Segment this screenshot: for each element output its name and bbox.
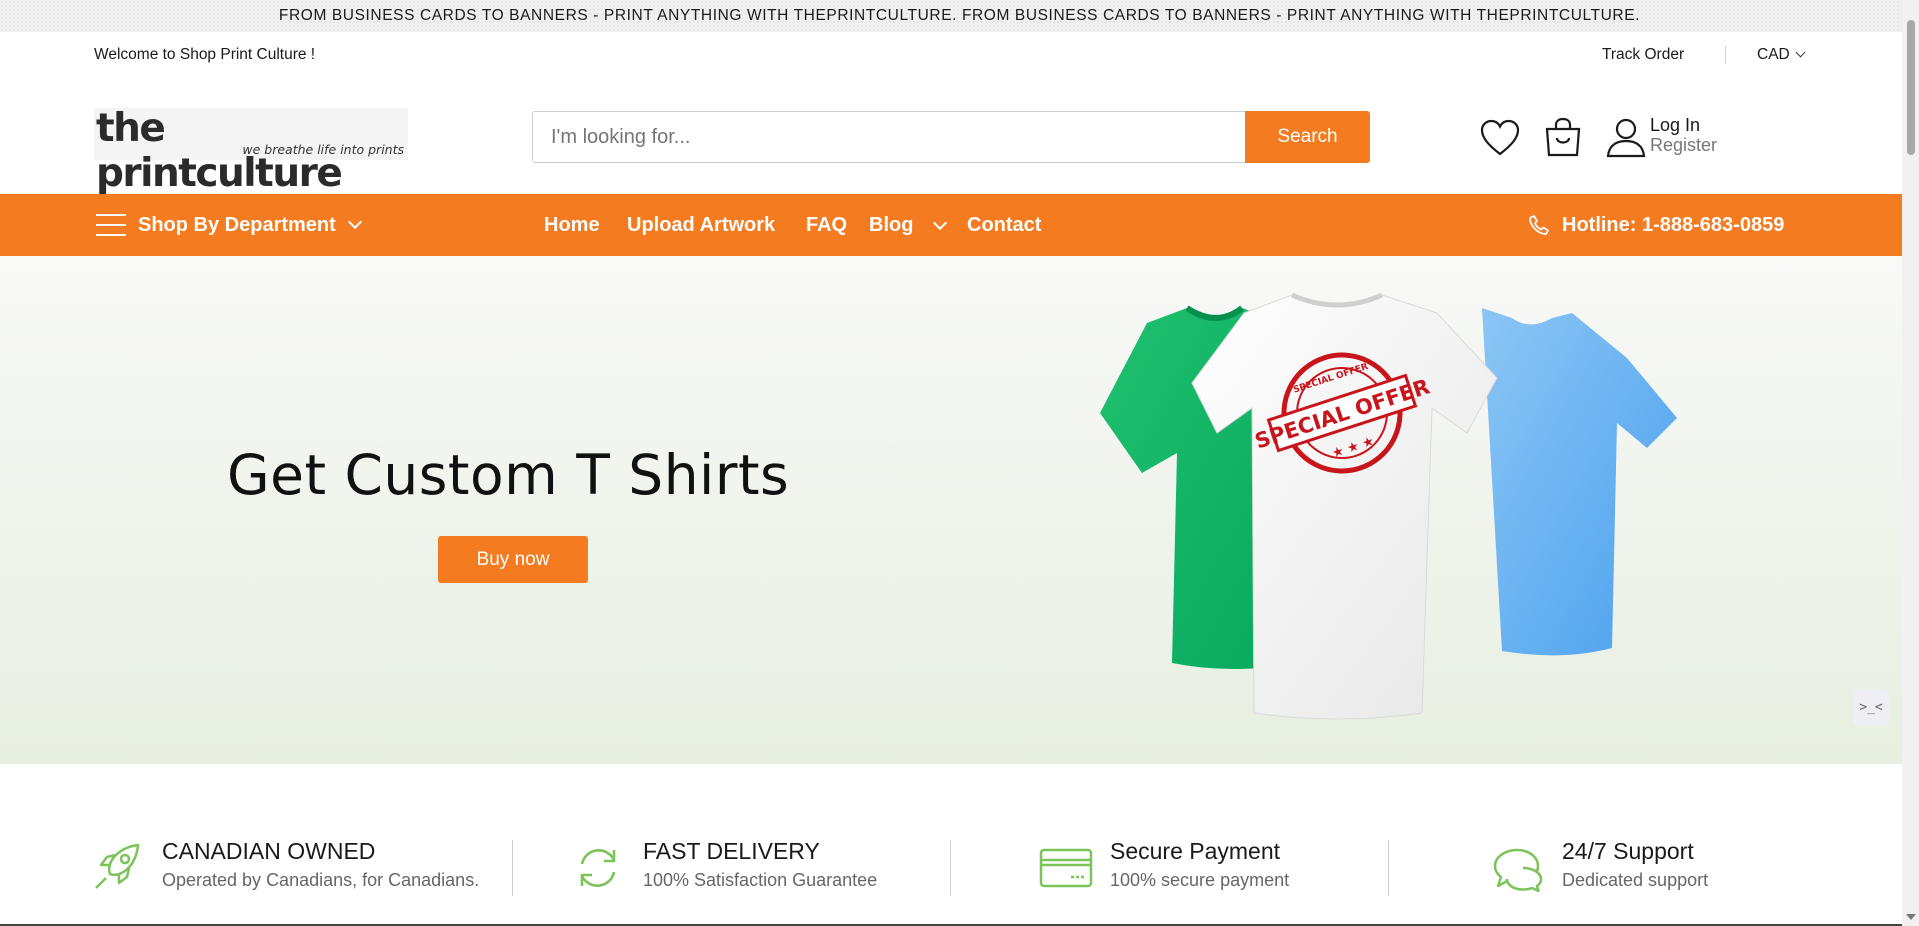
chat-icon [1493, 848, 1543, 892]
shop-by-department-menu[interactable]: Shop By Department [96, 194, 362, 256]
hero-title: Get Custom T Shirts [227, 443, 790, 507]
currency-value: CAD [1757, 46, 1790, 63]
welcome-message: Welcome to Shop Print Culture ! [94, 46, 316, 63]
feature-title: CANADIAN OWNED [162, 838, 376, 864]
nav-home[interactable]: Home [544, 194, 600, 256]
credit-card-icon [1039, 848, 1093, 888]
top-bar: Welcome to Shop Print Culture ! Track Or… [0, 32, 1902, 80]
scrollbar-thumb[interactable] [1907, 20, 1915, 155]
currency-selector[interactable]: CAD [1757, 46, 1806, 64]
feature-title: 24/7 Support [1562, 838, 1694, 864]
nav-faq[interactable]: FAQ [806, 194, 847, 256]
feature-subtitle: 100% Satisfaction Guarantee [643, 870, 878, 890]
heart-icon[interactable] [1479, 118, 1521, 158]
chevron-down-icon [347, 214, 362, 230]
announcement-text: FROM BUSINESS CARDS TO BANNERS - PRINT A… [278, 7, 1641, 24]
nav-blog[interactable]: Blog [869, 194, 948, 256]
tshirts-image: SPECIAL OFFER SPECIAL OFFER ★ ★ ★ [1100, 292, 1677, 720]
refresh-icon [580, 849, 616, 887]
feature-title: FAST DELIVERY [643, 838, 820, 864]
shopping-bag-icon[interactable] [1542, 116, 1584, 158]
nav-contact[interactable]: Contact [967, 194, 1041, 256]
scroll-down-arrow-icon[interactable] [1906, 914, 1916, 920]
divider [512, 840, 513, 896]
hamburger-icon [96, 214, 126, 236]
feature-title: Secure Payment [1110, 838, 1281, 864]
logo[interactable]: the printculture we breathe life into pr… [94, 106, 408, 196]
hotline-text: Hotline: 1-888-683-0859 [1562, 213, 1785, 236]
login-link[interactable]: Log In [1650, 115, 1700, 136]
search-bar: Search [532, 111, 1370, 163]
department-label: Shop By Department [138, 213, 336, 236]
floating-widget-button[interactable]: >_< [1853, 690, 1889, 726]
feature-subtitle: Dedicated support [1562, 870, 1709, 890]
divider [950, 840, 951, 896]
logo-tagline: we breathe life into prints [242, 142, 404, 157]
features-strip: CANADIAN OWNED Operated by Canadians, fo… [0, 822, 1902, 926]
track-order-link[interactable]: Track Order [1602, 46, 1684, 64]
nav-blog-label: Blog [869, 214, 914, 236]
register-link[interactable]: Register [1650, 135, 1717, 156]
search-input[interactable] [532, 111, 1246, 163]
user-icon[interactable] [1605, 116, 1647, 158]
feature-subtitle: Operated by Canadians, for Canadians. [162, 870, 480, 890]
divider [1388, 840, 1389, 896]
announcement-bar: FROM BUSINESS CARDS TO BANNERS - PRINT A… [0, 0, 1919, 32]
hotline[interactable]: Hotline: 1-888-683-0859 [1528, 194, 1784, 256]
chevron-down-icon [933, 215, 948, 231]
header: the printculture we breathe life into pr… [0, 80, 1902, 196]
divider [1725, 46, 1726, 64]
chevron-down-icon [1795, 47, 1806, 58]
buy-now-button[interactable]: Buy now [438, 536, 588, 583]
hero-banner: Get Custom T Shirts Buy now SPECIAL OFFE… [0, 256, 1902, 764]
feature-subtitle: 100% secure payment [1110, 870, 1290, 890]
phone-icon [1529, 215, 1549, 235]
page-scrollbar[interactable] [1902, 0, 1919, 926]
search-button[interactable]: Search [1245, 111, 1370, 163]
main-nav: Shop By Department Home Upload Artwork F… [0, 194, 1902, 256]
rocket-icon [95, 843, 140, 889]
nav-upload-artwork[interactable]: Upload Artwork [627, 194, 775, 256]
